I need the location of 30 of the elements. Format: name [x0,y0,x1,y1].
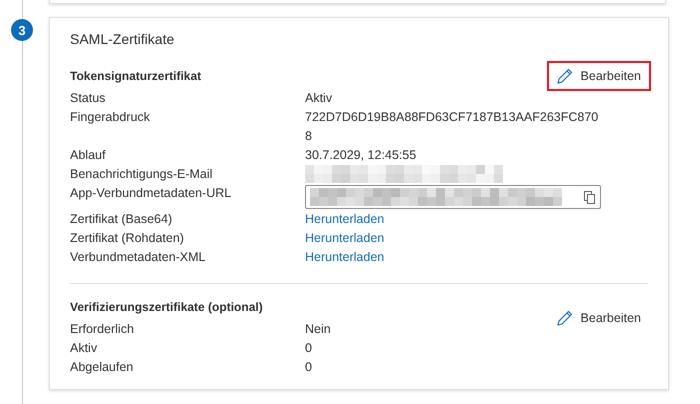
pencil-icon [556,68,573,84]
edit-button[interactable]: Bearbeiten [546,303,651,333]
download-link[interactable]: Herunterladen [305,248,384,267]
field-label: Zertifikat (Base64) [70,211,174,228]
download-link[interactable]: Herunterladen [305,229,384,248]
section-heading: Verifizierungszertifikate (optional) [70,300,263,314]
copy-icon[interactable] [584,190,596,204]
field-label: Zertifikat (Rohdaten) [70,230,185,247]
section-heading: Tokensignaturzertifikat [70,69,202,83]
value-text: 0 [305,359,312,376]
field-label: Abgelaufen [70,359,134,376]
field-label: App-Verbundmetadaten-URL [70,185,232,202]
value-text: 722D7D6D19B8A88FD63CF7187B13AAF263FC8708 [305,109,600,145]
pencil-icon [556,310,573,326]
url-field[interactable] [305,185,601,209]
download-link[interactable]: Herunterladen [305,210,384,229]
field-label: Verbundmetadaten-XML [70,249,207,266]
value-text: Nein [305,321,331,338]
field-label: Fingerabdruck [70,109,151,126]
field-label: Benachrichtigungs-E-Mail [70,166,214,183]
step-badge: 3 [11,19,33,41]
card-title: SAML-Zertifikate [70,31,176,47]
edit-button[interactable]: Bearbeiten [546,61,651,91]
value-text: 0 [305,340,312,357]
field-label: Status [70,90,106,107]
field-label: Aktiv [70,340,98,357]
field-label: Ablauf [70,147,106,164]
value-text: 30.7.2029, 12:45:55 [305,147,416,164]
field-label: Erforderlich [70,321,135,338]
value-text: Aktiv [305,90,332,107]
